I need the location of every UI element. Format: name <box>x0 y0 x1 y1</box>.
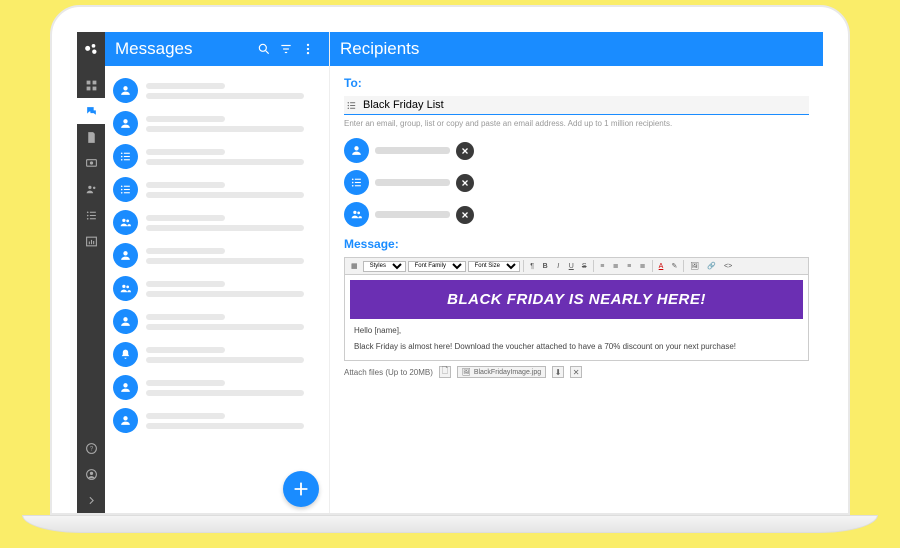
image-icon: 🖼 <box>462 368 471 376</box>
nav-document-icon[interactable] <box>77 124 105 150</box>
nav-help-icon[interactable]: ? <box>77 435 105 461</box>
nav-contacts-icon[interactable] <box>77 176 105 202</box>
list-item[interactable] <box>111 206 323 239</box>
tb-underline-icon[interactable]: U <box>566 260 577 272</box>
tb-link-icon[interactable]: 🔗 <box>704 260 719 272</box>
list-item[interactable] <box>111 74 323 107</box>
message-label: Message: <box>344 237 809 251</box>
tb-paragraph-icon[interactable]: ¶ <box>527 260 538 272</box>
to-value: Black Friday List <box>363 99 444 111</box>
person-icon <box>113 78 138 103</box>
list-item[interactable] <box>111 173 323 206</box>
attachment-name: BlackFridayImage.jpg <box>474 369 541 376</box>
list-item[interactable] <box>111 305 323 338</box>
navbar: ? <box>77 32 105 513</box>
list-item[interactable] <box>111 404 323 437</box>
app-logo-icon <box>81 40 101 60</box>
to-field[interactable]: Black Friday List <box>344 96 809 115</box>
person-icon <box>344 138 369 163</box>
attach-add-icon[interactable]: 🗋 <box>439 366 451 378</box>
recipients-header: Recipients <box>330 32 823 66</box>
page-title: Recipients <box>340 39 813 59</box>
tb-align-justify-icon[interactable]: ≣ <box>637 260 649 272</box>
person-icon <box>113 243 138 268</box>
to-label: To: <box>344 76 809 90</box>
greeting-text: Hello [name], <box>354 325 799 337</box>
message-list <box>105 66 329 513</box>
nav-list-icon[interactable] <box>77 202 105 228</box>
remove-chip-icon[interactable] <box>456 174 474 192</box>
filter-icon[interactable] <box>275 38 297 60</box>
group-icon <box>113 276 138 301</box>
group-icon <box>113 210 138 235</box>
attachment-chip[interactable]: 🖼 BlackFridayImage.jpg <box>457 366 546 378</box>
person-icon <box>113 309 138 334</box>
font-size-select[interactable]: Font Size <box>468 261 520 272</box>
tb-align-left-icon[interactable]: ≡ <box>597 260 608 272</box>
nav-collapse-icon[interactable] <box>77 487 105 513</box>
recipient-chip <box>344 202 809 227</box>
search-icon[interactable] <box>253 38 275 60</box>
styles-select[interactable]: Styles <box>363 261 406 272</box>
editor-toolbar: ▦ Styles Font Family Font Size ¶ B I U S… <box>344 257 809 275</box>
body-text: Black Friday is almost here! Download th… <box>354 341 799 353</box>
tb-align-center-icon[interactable]: ≣ <box>610 260 622 272</box>
list-icon <box>346 100 357 111</box>
list-icon <box>113 177 138 202</box>
tb-source-icon[interactable]: ▦ <box>348 260 361 272</box>
tb-italic-icon[interactable]: I <box>553 260 564 272</box>
group-icon <box>344 202 369 227</box>
messages-title: Messages <box>115 39 253 59</box>
nav-display-icon[interactable] <box>77 150 105 176</box>
remove-chip-icon[interactable] <box>456 206 474 224</box>
person-icon <box>113 375 138 400</box>
tb-bold-icon[interactable]: B <box>540 260 551 272</box>
attach-download-icon[interactable]: ⬇ <box>552 366 564 378</box>
tb-bgcolor-icon[interactable]: ✎ <box>669 260 681 272</box>
svg-text:?: ? <box>89 446 93 452</box>
list-item[interactable] <box>111 107 323 140</box>
list-icon <box>344 170 369 195</box>
nav-dashboard-icon[interactable] <box>77 72 105 98</box>
bell-icon <box>113 342 138 367</box>
messages-header: Messages <box>105 32 329 66</box>
list-item[interactable] <box>111 140 323 173</box>
tb-image-icon[interactable]: 🖼 <box>687 260 702 272</box>
recipient-chip <box>344 138 809 163</box>
person-icon <box>113 408 138 433</box>
list-icon <box>113 144 138 169</box>
more-icon[interactable] <box>297 38 319 60</box>
tb-align-right-icon[interactable]: ≡ <box>624 260 635 272</box>
list-item[interactable] <box>111 239 323 272</box>
compose-button[interactable] <box>283 471 319 507</box>
editor-body[interactable]: BLACK FRIDAY IS NEARLY HERE! Hello [name… <box>344 275 809 361</box>
attach-remove-icon[interactable]: ✕ <box>570 366 582 378</box>
person-icon <box>113 111 138 136</box>
nav-messages-icon[interactable] <box>77 98 105 124</box>
recipient-chip <box>344 170 809 195</box>
font-family-select[interactable]: Font Family <box>408 261 466 272</box>
banner: BLACK FRIDAY IS NEARLY HERE! <box>350 280 803 319</box>
list-item[interactable] <box>111 338 323 371</box>
list-item[interactable] <box>111 272 323 305</box>
tb-code-icon[interactable]: <> <box>721 260 735 272</box>
tb-textcolor-icon[interactable]: A <box>656 260 667 272</box>
list-item[interactable] <box>111 371 323 404</box>
attach-label: Attach files (Up to 20MB) <box>344 368 433 377</box>
remove-chip-icon[interactable] <box>456 142 474 160</box>
nav-account-icon[interactable] <box>77 461 105 487</box>
to-hint: Enter an email, group, list or copy and … <box>344 119 809 128</box>
nav-analytics-icon[interactable] <box>77 228 105 254</box>
tb-strike-icon[interactable]: S <box>579 260 590 272</box>
